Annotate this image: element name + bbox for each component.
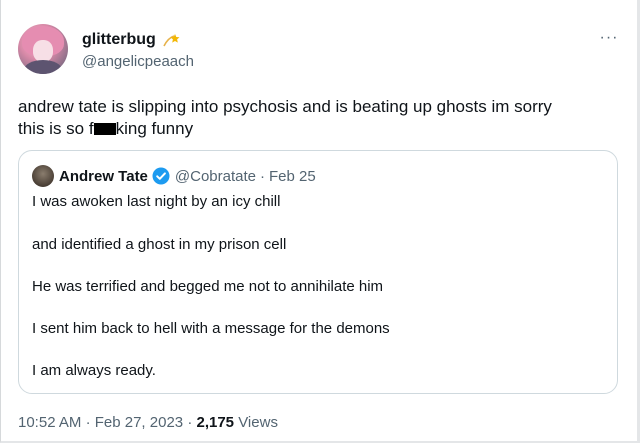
meta-separator-1: · bbox=[85, 414, 91, 431]
tweet-text-part-before: this is so f bbox=[18, 119, 94, 138]
tweet-time[interactable]: 10:52 AM bbox=[18, 414, 81, 431]
author-display-name[interactable]: glitterbug bbox=[82, 31, 182, 49]
quoted-text-line-1: I was awoken last night by an icy chill bbox=[32, 193, 281, 210]
quoted-text-line-4: I sent him back to hell with a message f… bbox=[32, 320, 390, 337]
verified-badge-icon bbox=[152, 167, 170, 185]
quoted-author-name[interactable]: Andrew Tate bbox=[59, 168, 148, 185]
quoted-text-line-2: and identified a ghost in my prison cell bbox=[32, 236, 287, 253]
quoted-text-line-3: He was terrified and begged me not to an… bbox=[32, 278, 384, 295]
quoted-separator: · bbox=[260, 167, 266, 185]
author-handle[interactable]: @angelicpeaach bbox=[82, 53, 194, 70]
quoted-date[interactable]: Feb 25 bbox=[269, 168, 316, 185]
views-label: Views bbox=[238, 414, 278, 431]
tweet-text-line-1: andrew tate is slipping into psychosis a… bbox=[18, 97, 552, 116]
meta-separator-2: · bbox=[187, 414, 193, 431]
more-dots-icon: ··· bbox=[599, 29, 619, 46]
tweet-meta: 10:52 AM · Feb 27, 2023 · 2,175 Views bbox=[18, 414, 278, 431]
author-name-text: glitterbug bbox=[82, 31, 156, 48]
quoted-text-line-5: I am always ready. bbox=[32, 362, 156, 379]
quoted-tweet-card[interactable]: Andrew Tate @Cobratate · Feb 25 I was aw… bbox=[18, 150, 618, 394]
avatar-face bbox=[33, 40, 53, 62]
star-badge-icon bbox=[162, 32, 182, 48]
tweet-text-part-after: king funny bbox=[115, 119, 194, 138]
quoted-author-handle[interactable]: @Cobratate bbox=[175, 168, 256, 185]
quoted-tweet-header: Andrew Tate @Cobratate · Feb 25 bbox=[59, 165, 316, 187]
views-count: 2,175 bbox=[196, 414, 235, 431]
censor-bar bbox=[93, 123, 116, 135]
more-options-button[interactable]: ··· bbox=[596, 28, 622, 48]
quoted-avatar[interactable] bbox=[32, 165, 54, 187]
tweet-text-line-2: this is so f king funny bbox=[18, 118, 618, 140]
tweet-text: andrew tate is slipping into psychosis a… bbox=[18, 96, 618, 140]
tweet-date[interactable]: Feb 27, 2023 bbox=[95, 414, 183, 431]
avatar-body bbox=[24, 60, 62, 74]
avatar[interactable] bbox=[18, 24, 68, 74]
